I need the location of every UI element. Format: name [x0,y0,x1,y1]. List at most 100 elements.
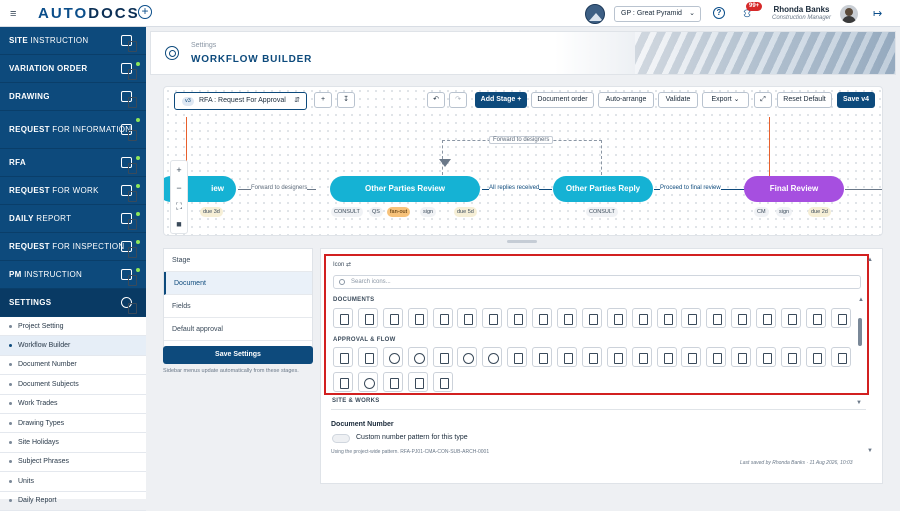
save-version-button[interactable]: Save v4 [837,92,875,108]
collapse-icon[interactable]: ▼ [856,400,862,406]
app-logo[interactable]: AUTODOCS [38,5,140,22]
help-icon[interactable]: ? [713,7,725,19]
doc-signature-icon[interactable] [532,308,553,328]
refresh-icon[interactable] [382,347,403,367]
route-icon[interactable] [731,347,752,367]
doc-copy-icon[interactable] [432,308,453,328]
sidebar-item-drawing-types[interactable]: Drawing Types [0,414,146,434]
sidebar-item-daily-report[interactable]: Daily Report [0,492,146,511]
doc-stack-icon[interactable] [407,308,428,328]
x-circle-icon[interactable] [482,347,503,367]
nav-rfa[interactable]: RFA [0,149,146,177]
tab-default-approval[interactable]: Default approval [164,318,312,341]
validate-button[interactable]: Validate [658,92,698,108]
clipboard-clock-icon[interactable] [507,347,528,367]
custom-pattern-toggle[interactable] [332,434,350,443]
nav-settings[interactable]: SETTINGS [0,289,146,317]
doc-plus-icon[interactable] [357,308,378,328]
sidebar-item-units[interactable]: Units [0,472,146,492]
scroll-up-icon[interactable]: ▲ [858,297,864,303]
tab-fields[interactable]: Fields [164,295,312,318]
doc-pen-icon[interactable] [557,308,578,328]
scroll-down-icon[interactable]: ▼ [867,448,873,454]
resize-handle[interactable] [507,240,537,243]
shield-icon[interactable] [656,347,677,367]
user-info[interactable]: Rhonda Banks Construction Manager [770,5,833,21]
logout-icon[interactable]: ↦ [873,7,882,20]
nav-daily-report[interactable]: DAILY REPORT [0,205,146,233]
auto-arrange-button[interactable]: Auto-arrange [598,92,654,108]
export-button[interactable]: Export ⌄ [702,92,749,108]
merge-icon[interactable] [333,347,353,367]
avatar[interactable] [840,5,858,23]
clipboard-icon[interactable] [756,308,777,328]
signpost-icon[interactable] [407,372,428,392]
doc-share-icon[interactable] [606,308,627,328]
document-order-button[interactable]: Document order [531,92,594,108]
hierarchy-icon[interactable] [706,347,727,367]
doc-image-icon[interactable] [457,308,478,328]
signature-icon[interactable] [333,372,353,392]
sidebar-item-document-subjects[interactable]: Document Subjects [0,375,146,395]
list-icon[interactable] [656,308,677,328]
project-select[interactable]: GP : Great Pyramid ⌄ [614,6,701,22]
workflow-canvas[interactable]: v3 RFA : Request For Approval ⇵ + ↧ ↶ ↷ Ad… [163,86,883,236]
zoom-in-icon[interactable]: + [171,161,187,179]
stage-node[interactable]: Other Parties Review [330,176,480,202]
nav-drawing[interactable]: DRAWING [0,83,146,111]
clipboard-arrow-icon[interactable] [606,347,627,367]
nav-request-for-inspection[interactable]: REQUEST FOR INSPECTION [0,233,146,261]
reset-default-button[interactable]: Reset Default [777,92,832,108]
nav-site-instruction[interactable]: SITE INSTRUCTION [0,27,146,55]
tab-stage[interactable]: Stage [164,249,312,272]
clipboard-x-icon[interactable] [581,347,602,367]
keyboard-icon[interactable] [706,308,727,328]
breadcrumb[interactable]: Settings [191,42,216,49]
qr-icon[interactable] [781,308,802,328]
doc-blank-icon[interactable] [382,308,403,328]
check-circle-icon[interactable] [457,347,478,367]
notes-icon[interactable] [731,308,752,328]
sidebar-item-project-setting[interactable]: Project Setting [0,317,146,337]
clipboard-lock-icon[interactable] [631,347,652,367]
sign-icon[interactable] [681,347,702,367]
scrollbar[interactable] [858,318,862,346]
sidebar-item-document-number[interactable]: Document Number [0,356,146,376]
add-stage-button[interactable]: Add Stage + [475,92,527,108]
nav-request-for-work[interactable]: REQUEST FOR WORK [0,177,146,205]
sidebar-item-subject-phrases[interactable]: Subject Phrases [0,453,146,473]
download-icon[interactable]: ↧ [337,92,355,108]
undo-icon[interactable] [382,372,403,392]
edit-note-icon[interactable] [805,308,826,328]
redo-icon[interactable]: ↷ [449,92,467,108]
add-button[interactable]: + [314,92,332,108]
clipboard-gear-icon[interactable] [557,347,578,367]
clipboard-icon[interactable] [532,347,553,367]
stamp-icon[interactable] [805,347,826,367]
nav-request-for-information[interactable]: REQUEST FOR INFORMATION [0,111,146,149]
flow-icon[interactable] [432,372,453,392]
zoom-out-icon[interactable]: − [171,179,187,197]
fit-view-icon[interactable]: ⛶ [171,197,187,215]
rotate-icon[interactable] [407,347,428,367]
sync-icon[interactable] [357,372,378,392]
add-icon[interactable]: + [138,5,152,19]
nav-pm-instruction[interactable]: PM INSTRUCTION [0,261,146,289]
scroll-up-icon[interactable]: ▲ [867,257,873,263]
sidebar-item-work-trades[interactable]: Work Trades [0,395,146,414]
menu-icon[interactable]: ≡ [10,8,16,20]
sidebar-item-workflow-builder[interactable]: Workflow Builder [0,336,146,356]
stage-node[interactable]: Final Review [744,176,844,202]
workflow-select[interactable]: v3 RFA : Request For Approval ⇵ [174,92,307,110]
lock-icon[interactable]: ■ [171,215,187,233]
icon-search-input[interactable]: Search icons... [333,275,861,289]
undo-icon[interactable]: ↶ [427,92,445,108]
check-icon[interactable] [432,347,453,367]
doc-edit-icon[interactable] [507,308,528,328]
fullscreen-icon[interactable]: ⤢ [754,92,772,108]
paper-plane-icon[interactable] [781,347,802,367]
sign-board-icon[interactable] [830,308,851,328]
sidebar-item-site-holidays[interactable]: Site Holidays [0,433,146,453]
send-icon[interactable] [756,347,777,367]
save-settings-button[interactable]: Save Settings [163,346,313,364]
